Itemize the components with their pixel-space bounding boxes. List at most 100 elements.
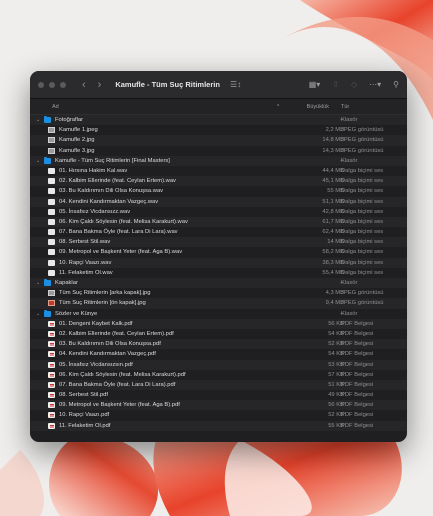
image-file-icon bbox=[48, 137, 55, 144]
column-size[interactable]: Büyüklük bbox=[307, 104, 329, 110]
file-row[interactable]: 09. Metropol ve Başkent Yeter (feat. Aga… bbox=[30, 400, 407, 411]
file-name: 03. Bu Kaldırımın Dili Olsa Konuşsa.wav bbox=[59, 188, 164, 195]
file-row[interactable]: 06. Kim Çaldı Söylesin (feat. Melisa Kar… bbox=[30, 370, 407, 380]
file-row[interactable]: 07. Bana Bakma Öyle (feat. Lara Di Lara)… bbox=[30, 379, 407, 391]
file-name: Kapaklar bbox=[55, 280, 78, 286]
file-kind: JPEG görüntüsü bbox=[341, 137, 384, 144]
audio-file-icon bbox=[48, 229, 55, 236]
ellipsis-circle-icon[interactable]: ⋯▾ bbox=[369, 80, 381, 89]
column-kind[interactable]: Tür bbox=[341, 104, 349, 110]
folder-row[interactable]: ⌄ Kapaklar -- Klasör bbox=[30, 278, 407, 289]
file-row[interactable]: 08. Serbest Stil.pdf 49 KB PDF Belgesi bbox=[30, 390, 407, 400]
audio-file-icon bbox=[48, 178, 55, 185]
folder-row[interactable]: ⌄ Kamufle - Tüm Suç Ritimlerin [Final Mas… bbox=[30, 155, 407, 166]
file-row[interactable]: 02. Kalbim Ellerinde (feat. Ceylan Ertem… bbox=[30, 176, 407, 187]
file-kind: PDF Belgesi bbox=[341, 351, 374, 358]
audio-file-icon bbox=[48, 218, 55, 225]
folder-icon bbox=[44, 309, 51, 317]
file-kind: PDF Belgesi bbox=[341, 412, 374, 419]
file-kind: Klasör bbox=[341, 280, 358, 286]
file-kind: Klasör bbox=[341, 117, 358, 123]
file-name: Kamufle 1.jpeg bbox=[59, 127, 98, 134]
image-file-icon bbox=[48, 147, 55, 154]
view-options: ☰↕ bbox=[230, 80, 241, 89]
folder-row[interactable]: ⌄ Sözler ve Künye -- Klasör bbox=[30, 309, 407, 319]
file-row[interactable]: 03. Bu Kaldırımın Dili Olsa Konuşsa.wav 5… bbox=[30, 186, 407, 196]
disclosure-chevron-icon[interactable]: ⌄ bbox=[36, 156, 40, 166]
pdf-file-icon bbox=[48, 412, 55, 419]
grid-group-icon[interactable]: ▦▾ bbox=[309, 80, 321, 89]
pdf-file-icon bbox=[48, 381, 55, 388]
disclosure-chevron-icon[interactable]: ⌄ bbox=[36, 309, 40, 319]
audio-file-icon bbox=[48, 188, 55, 195]
file-row[interactable]: 10. Rapçi Vaazı.pdf 52 KB PDF Belgesi bbox=[30, 410, 407, 420]
file-row[interactable]: 03. Bu Kaldırımın Dili Olsa Konuşsa.pdf 5… bbox=[30, 339, 407, 350]
file-row[interactable]: 05. İnsafsız Vicdansızz.wav 42,8 MB Dalga … bbox=[30, 207, 407, 217]
file-name: 01. Hırsına Hakim Kal.wav bbox=[59, 167, 128, 174]
pdf-file-icon bbox=[48, 330, 55, 337]
close-window-button[interactable] bbox=[38, 81, 44, 88]
file-kind: Dalga biçimi ses bbox=[341, 259, 384, 266]
file-kind: Dalga biçimi ses bbox=[341, 239, 384, 246]
file-row[interactable]: Kamufle 2.jpg 14,8 MB JPEG görüntüsü bbox=[30, 135, 407, 146]
file-row[interactable]: 10. Rapçi Vaazı.wav 38,3 MB Dalga biçimi s… bbox=[30, 257, 407, 268]
disclosure-chevron-icon[interactable]: ⌄ bbox=[36, 278, 40, 288]
file-name: Fotoğraflar bbox=[55, 117, 84, 123]
file-kind: PDF Belgesi bbox=[341, 371, 374, 378]
share-icon[interactable]: ⇧ bbox=[332, 80, 339, 89]
pdf-file-icon bbox=[48, 371, 55, 378]
file-kind: JPEG görüntüsü bbox=[341, 290, 384, 297]
chevron-right-icon[interactable]: › bbox=[98, 79, 102, 91]
file-name: 07. Bana Bakma Öyle (feat. Lara Di Lara)… bbox=[59, 381, 176, 388]
file-row[interactable]: 09. Metropol ve Başkent Yeter (feat. Aga… bbox=[30, 247, 407, 257]
pdf-file-icon bbox=[48, 320, 55, 327]
audio-file-icon bbox=[48, 198, 55, 205]
file-name: 01. Dengeni Kaybet Kalk.pdf bbox=[59, 320, 133, 327]
file-row[interactable]: 05. İnsafsız Vicdansızsın.pdf 53 KB PDF Be… bbox=[30, 359, 407, 370]
file-kind: Klasör bbox=[341, 310, 358, 317]
file-row[interactable]: 04. Kendini Kandırmaktan Vazgeç.pdf 54 KB… bbox=[30, 349, 407, 359]
image-file-icon bbox=[48, 300, 55, 307]
file-kind: Dalga biçimi ses bbox=[341, 229, 384, 236]
file-kind: PDF Belgesi bbox=[341, 361, 374, 368]
file-row[interactable]: 04. Kendini Kandırmaktan Vazgeç.wav 51,1 … bbox=[30, 196, 407, 207]
file-kind: JPEG görüntüsü bbox=[341, 300, 384, 307]
file-name: Tüm Suç Ritimlerin [arka kapak].jpg bbox=[59, 290, 151, 297]
file-row[interactable]: 06. Kim Çaldı Söylesin (feat. Melisa Kar… bbox=[30, 216, 407, 228]
file-kind: Klasör bbox=[341, 157, 358, 164]
disclosure-chevron-icon[interactable]: ⌄ bbox=[36, 115, 40, 125]
file-kind: Dalga biçimi ses bbox=[341, 178, 384, 185]
chevron-left-icon[interactable]: ‹ bbox=[82, 79, 86, 91]
file-row[interactable]: 01. Dengeni Kaybet Kalk.pdf 56 KB PDF Belg… bbox=[30, 318, 407, 329]
pdf-file-icon bbox=[48, 341, 55, 348]
folder-row[interactable]: ⌄ Fotoğraflar -- Klasör bbox=[30, 115, 407, 126]
file-row[interactable]: 08. Serbest Stil.wav 14 MB Dalga biçimi se… bbox=[30, 237, 407, 248]
file-row[interactable]: 02. Kalbim Ellerinde (feat. Ceylan Ertem… bbox=[30, 329, 407, 339]
search-icon[interactable]: ⚲ bbox=[393, 80, 399, 89]
file-row[interactable]: 01. Hırsına Hakim Kal.wav 44,4 MB Dalga bi… bbox=[30, 166, 407, 176]
tag-icon[interactable]: ◇ bbox=[351, 80, 357, 89]
zoom-window-button[interactable] bbox=[60, 81, 66, 88]
file-kind: Dalga biçimi ses bbox=[341, 208, 384, 215]
file-name: Sözler ve Künye bbox=[55, 310, 98, 317]
file-kind: Dalga biçimi ses bbox=[341, 198, 384, 205]
audio-file-icon bbox=[48, 167, 55, 174]
list-view-icon[interactable]: ☰↕ bbox=[230, 80, 241, 89]
file-row[interactable]: Tüm Suç Ritimlerin [ön kapak].jpg 9,4 MB J… bbox=[30, 298, 407, 309]
file-row[interactable]: Kamufle 3.jpg 14,3 MB JPEG görüntüsü bbox=[30, 146, 407, 156]
file-list: ⌄ Fotoğraflar -- Klasör Kamufle 1.jpeg 2,2 MB… bbox=[30, 115, 407, 431]
file-name: 03. Bu Kaldırımın Dili Olsa Konuşsa.pdf bbox=[59, 341, 161, 348]
file-row[interactable]: 11. Felaketim Ol.wav 55,4 MB Dalga biçimi … bbox=[30, 268, 407, 278]
file-kind: PDF Belgesi bbox=[341, 320, 374, 327]
column-name[interactable]: Ad bbox=[52, 104, 59, 110]
pdf-file-icon bbox=[48, 351, 55, 358]
file-row[interactable]: 07. Bana Bakma Öyle (feat. Lara Di Lara)… bbox=[30, 227, 407, 237]
navigation-buttons: ‹ › bbox=[82, 79, 101, 91]
file-row[interactable]: 11. Felaketim Ol.pdf 55 KB PDF Belgesi bbox=[30, 420, 407, 431]
image-file-icon bbox=[48, 127, 55, 134]
pdf-file-icon bbox=[48, 392, 55, 399]
minimize-window-button[interactable] bbox=[49, 81, 55, 88]
file-row[interactable]: Kamufle 1.jpeg 2,2 MB JPEG görüntüsü bbox=[30, 125, 407, 135]
file-row[interactable]: Tüm Suç Ritimlerin [arka kapak].jpg 4,3 M… bbox=[30, 288, 407, 298]
toolbar-right-group: ▦▾ ⇧ ◇ ⋯▾ ⚲ bbox=[309, 80, 399, 89]
